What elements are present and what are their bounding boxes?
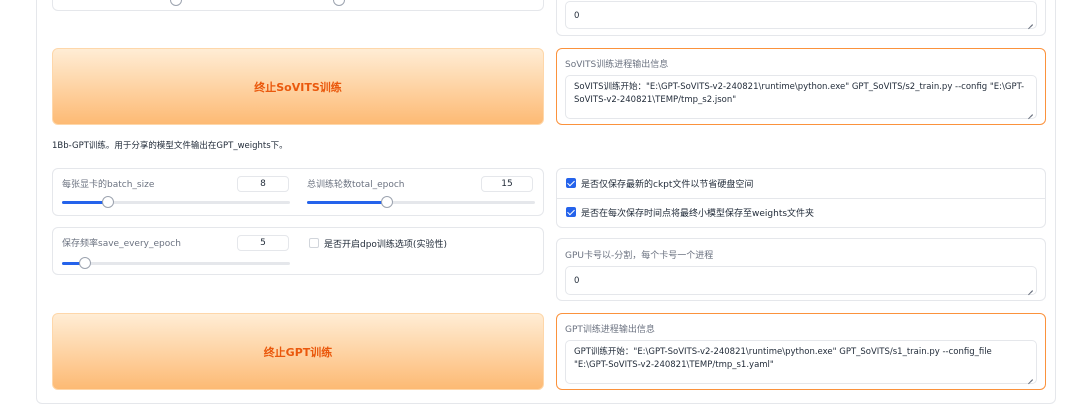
save-every-epoch-input[interactable]: 5: [237, 235, 289, 251]
resize-grip-icon[interactable]: [1027, 109, 1033, 115]
save-weights-checkbox[interactable]: [566, 207, 576, 217]
dpo-checkbox[interactable]: [309, 238, 319, 248]
top-output-card: 0: [556, 0, 1046, 36]
gpt-checkbox-card: 是否仅保存最新的ckpt文件以节省硬盘空间 是否在每次保存时间点将最终小模型保存…: [556, 168, 1046, 228]
save-latest-label: 是否仅保存最新的ckpt文件以节省硬盘空间: [581, 180, 754, 190]
checkbox-divider: [557, 198, 1045, 199]
save-latest-checkbox[interactable]: [566, 178, 576, 188]
sovits-output-textbox[interactable]: SoVITS训练开始："E:\GPT-SoVITS-v2-240821\runt…: [565, 75, 1037, 119]
gpu-card: GPU卡号以-分割，每个卡号一个进程 0: [556, 238, 1046, 301]
gpt-output-textbox[interactable]: GPT训练开始："E:\GPT-SoVITS-v2-240821\runtime…: [565, 340, 1037, 384]
save-every-epoch-label: 保存频率save_every_epoch: [62, 239, 181, 249]
sovits-output-text: SoVITS训练开始："E:\GPT-SoVITS-v2-240821\runt…: [574, 82, 1025, 105]
total-epoch-slider-fill: [307, 201, 387, 204]
top-textbox-value: 0: [574, 11, 580, 21]
stop-gpt-button[interactable]: 终止GPT训练: [52, 313, 544, 390]
gpu-input[interactable]: 0: [565, 266, 1037, 295]
batch-size-slider-fill: [62, 201, 108, 204]
gpt-slider-card-1: 每张显卡的batch_size 8 总训练轮数total_epoch 15: [52, 168, 544, 216]
resize-grip-icon[interactable]: [1027, 19, 1033, 25]
batch-size-slider-thumb[interactable]: [101, 196, 114, 208]
gpt-section-heading: 1Bb-GPT训练。用于分享的模型文件输出在GPT_weights下。: [52, 141, 288, 151]
save-weights-label: 是否在每次保存时间点将最终小模型保存至weights文件夹: [581, 209, 815, 219]
total-epoch-input[interactable]: 15: [481, 176, 533, 192]
slider-card-partial: [52, 0, 544, 11]
stop-sovits-button[interactable]: 终止SoVITS训练: [52, 48, 544, 125]
gpu-input-value: 0: [574, 276, 580, 286]
batch-size-input[interactable]: 8: [237, 176, 289, 192]
gpu-label: GPU卡号以-分割，每个卡号一个进程: [565, 251, 714, 261]
total-epoch-slider-thumb[interactable]: [380, 196, 393, 208]
sovits-output-label: SoVITS训练进程输出信息: [565, 60, 669, 70]
batch-size-label: 每张显卡的batch_size: [62, 180, 155, 190]
gpt-slider-card-2: 保存频率save_every_epoch 5 是否开启dpo训练选项(实验性): [52, 227, 544, 275]
gpt-output-card: GPT训练进程输出信息 GPT训练开始："E:\GPT-SoVITS-v2-24…: [556, 313, 1046, 390]
save-every-epoch-slider-thumb[interactable]: [78, 257, 91, 269]
top-textbox[interactable]: 0: [565, 1, 1037, 29]
resize-grip-icon[interactable]: [1027, 285, 1033, 291]
dpo-label: 是否开启dpo训练选项(实验性): [324, 240, 447, 250]
batch-size-slider[interactable]: [62, 196, 290, 208]
gpt-output-text: GPT训练开始："E:\GPT-SoVITS-v2-240821\runtime…: [574, 347, 992, 370]
total-epoch-slider[interactable]: [307, 196, 535, 208]
sovits-output-card: SoVITS训练进程输出信息 SoVITS训练开始："E:\GPT-SoVITS…: [556, 48, 1046, 125]
resize-grip-icon[interactable]: [1027, 374, 1033, 380]
gpt-output-label: GPT训练进程输出信息: [565, 325, 655, 335]
total-epoch-label: 总训练轮数total_epoch: [307, 180, 405, 190]
save-every-epoch-slider[interactable]: [62, 257, 290, 269]
